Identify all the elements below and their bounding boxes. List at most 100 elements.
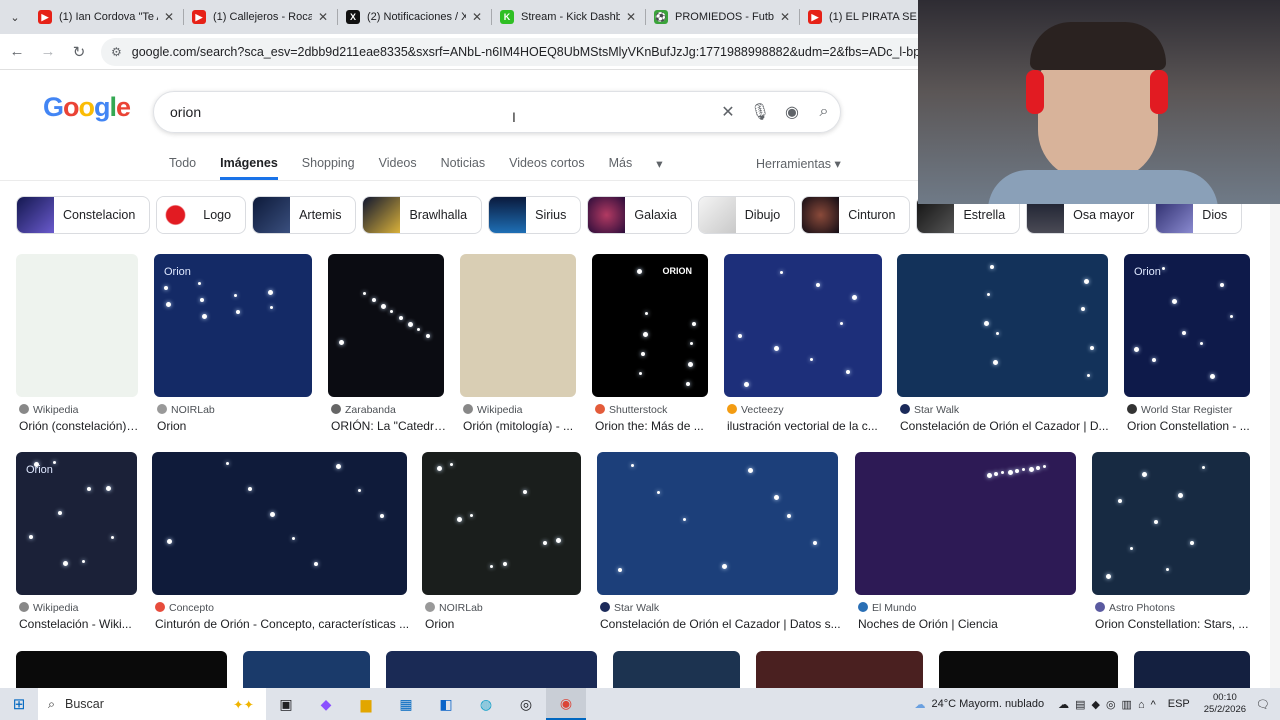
tab-todo[interactable]: Todo xyxy=(169,156,196,180)
image-title[interactable]: Constelación de Orión el Cazador | D... xyxy=(900,419,1111,433)
image-thumbnail[interactable] xyxy=(855,452,1076,595)
file-explorer-icon[interactable]: ▆ xyxy=(346,688,386,720)
image-thumbnail[interactable] xyxy=(16,651,227,688)
back-icon[interactable]: ← xyxy=(3,43,31,60)
image-source[interactable]: Shutterstock xyxy=(595,404,711,416)
obs-icon[interactable]: ◎ xyxy=(506,688,546,720)
image-thumbnail[interactable]: Orion xyxy=(154,254,312,397)
site-info-icon[interactable]: ⚙ xyxy=(111,45,122,59)
tab-search-icon[interactable]: ⌄ xyxy=(0,11,30,24)
tab-close-icon[interactable]: ✕ xyxy=(624,10,638,24)
image-thumbnail[interactable] xyxy=(328,254,444,397)
browser-tab[interactable]: ▶ (1) Ian Cordova "Te Amo" ✕ xyxy=(30,0,184,34)
tools-button[interactable]: Herramientas ▾ xyxy=(756,156,841,171)
image-source[interactable]: Zarabanda xyxy=(331,404,447,416)
microphone-icon[interactable]: 🎙 xyxy=(744,102,776,122)
image-thumbnail[interactable] xyxy=(597,452,838,595)
image-thumbnail[interactable] xyxy=(613,651,740,688)
image-source[interactable]: Astro Photons xyxy=(1095,602,1253,614)
image-thumbnail[interactable] xyxy=(939,651,1118,688)
clear-icon[interactable]: ✕ xyxy=(712,102,744,122)
image-source[interactable]: Wikipedia xyxy=(19,602,140,614)
image-thumbnail[interactable] xyxy=(422,452,581,595)
image-source[interactable]: Star Walk xyxy=(600,602,841,614)
chip[interactable]: Constelacion xyxy=(16,196,151,234)
edge-icon[interactable]: ◍ xyxy=(466,688,506,720)
image-thumbnail[interactable]: Orion xyxy=(1124,254,1250,397)
image-thumbnail[interactable] xyxy=(724,254,882,397)
image-thumbnail[interactable]: Orion xyxy=(16,452,137,595)
tab-videos-cortos[interactable]: Videos cortos xyxy=(509,156,585,180)
copilot-icon[interactable]: ◆ xyxy=(306,688,346,720)
image-source[interactable]: NOIRLab xyxy=(157,404,315,416)
chip[interactable]: Brawlhalla xyxy=(362,196,483,234)
browser-tab[interactable]: ▶ (1) Callejeros - Rocanrol ✕ xyxy=(184,0,338,34)
tab-noticias[interactable]: Noticias xyxy=(441,156,485,180)
chrome-icon[interactable]: ◉ xyxy=(546,688,586,720)
browser-tab[interactable]: ⚽ PROMIEDOS - Futbol Arg ✕ xyxy=(646,0,800,34)
image-thumbnail[interactable] xyxy=(460,254,576,397)
reload-icon[interactable]: ↻ xyxy=(65,43,93,61)
image-thumbnail[interactable] xyxy=(152,452,407,595)
image-title[interactable]: Orión (mitología) - ... xyxy=(463,419,579,433)
tab-shopping[interactable]: Shopping xyxy=(302,156,355,180)
image-title[interactable]: Constelación - Wiki... xyxy=(19,617,140,631)
image-title[interactable]: Orión (constelación) - ... xyxy=(19,419,141,433)
image-thumbnail[interactable] xyxy=(1092,452,1250,595)
chip[interactable]: Dibujo xyxy=(697,196,796,234)
image-title[interactable]: Constelación de Orión el Cazador | Datos… xyxy=(600,617,841,631)
chip[interactable]: Galaxia xyxy=(587,196,692,234)
chip[interactable]: Cinturon xyxy=(801,196,911,234)
image-source[interactable]: NOIRLab xyxy=(425,602,584,614)
chip[interactable]: Logo xyxy=(156,196,247,234)
tab-close-icon[interactable]: ✕ xyxy=(162,10,176,24)
image-source[interactable]: El Mundo xyxy=(858,602,1079,614)
tab-close-icon[interactable]: ✕ xyxy=(778,10,792,24)
task-view-icon[interactable]: ▣ xyxy=(266,688,306,720)
image-source[interactable]: World Star Register xyxy=(1127,404,1253,416)
image-thumbnail[interactable] xyxy=(16,254,138,397)
image-title[interactable]: ilustración vectorial de la c... xyxy=(727,419,885,433)
image-thumbnail[interactable] xyxy=(386,651,597,688)
browser-tab[interactable]: X (2) Notificaciones / X ✕ xyxy=(338,0,492,34)
google-logo[interactable]: Google xyxy=(43,92,131,123)
browser-tab[interactable]: K Stream - Kick Dashboard ✕ xyxy=(492,0,646,34)
image-thumbnail[interactable] xyxy=(1134,651,1250,688)
image-source[interactable]: Wikipedia xyxy=(19,404,141,416)
image-source[interactable]: Wikipedia xyxy=(463,404,579,416)
outlook-icon[interactable]: ◧ xyxy=(426,688,466,720)
image-title[interactable]: Orion Constellation: Stars, ... xyxy=(1095,617,1253,631)
image-thumbnail[interactable]: ORION xyxy=(592,254,708,397)
tab-más[interactable]: Más xyxy=(609,156,633,180)
image-title[interactable]: Orion Constellation - ... xyxy=(1127,419,1253,433)
language-indicator[interactable]: ESP xyxy=(1168,698,1190,710)
image-thumbnail[interactable] xyxy=(756,651,923,688)
image-thumbnail[interactable] xyxy=(243,651,370,688)
image-title[interactable]: Orion the: Más de ... xyxy=(595,419,711,433)
tab-close-icon[interactable]: ✕ xyxy=(316,10,330,24)
forward-icon[interactable]: → xyxy=(34,43,62,60)
tray-icons[interactable]: ☁▤◆◎▥⌂^ xyxy=(1058,698,1162,711)
windows-start-icon[interactable]: ⊞ xyxy=(0,695,38,713)
tab-videos[interactable]: Videos xyxy=(379,156,417,180)
lens-icon[interactable]: ◉ xyxy=(776,102,808,122)
image-title[interactable]: ORIÓN: La "Catedral"... xyxy=(331,419,447,433)
image-title[interactable]: Orion xyxy=(425,617,584,631)
notifications-icon[interactable]: 🗨 xyxy=(1256,698,1270,711)
search-box[interactable]: orion ✕ 🎙 ◉ ⌕ xyxy=(153,91,841,133)
taskbar-search[interactable]: ⌕ Buscar ✦✦ xyxy=(38,688,266,720)
weather-text[interactable]: 24°C Mayorm. nublado xyxy=(931,698,1044,710)
search-icon[interactable]: ⌕ xyxy=(808,103,840,121)
image-source[interactable]: Star Walk xyxy=(900,404,1111,416)
chip[interactable]: Sirius xyxy=(488,196,582,234)
clock[interactable]: 00:10 25/2/2026 xyxy=(1204,692,1246,716)
chip[interactable]: Artemis xyxy=(252,196,357,234)
image-title[interactable]: Cinturón de Orión - Concepto, caracterís… xyxy=(155,617,410,631)
store-icon[interactable]: ▦ xyxy=(386,688,426,720)
tab-imágenes[interactable]: Imágenes xyxy=(220,156,278,180)
image-thumbnail[interactable] xyxy=(897,254,1108,397)
image-title[interactable]: Noches de Orión | Ciencia xyxy=(858,617,1079,631)
image-source[interactable]: Concepto xyxy=(155,602,410,614)
image-source[interactable]: Vecteezy xyxy=(727,404,885,416)
image-title[interactable]: Orion xyxy=(157,419,315,433)
